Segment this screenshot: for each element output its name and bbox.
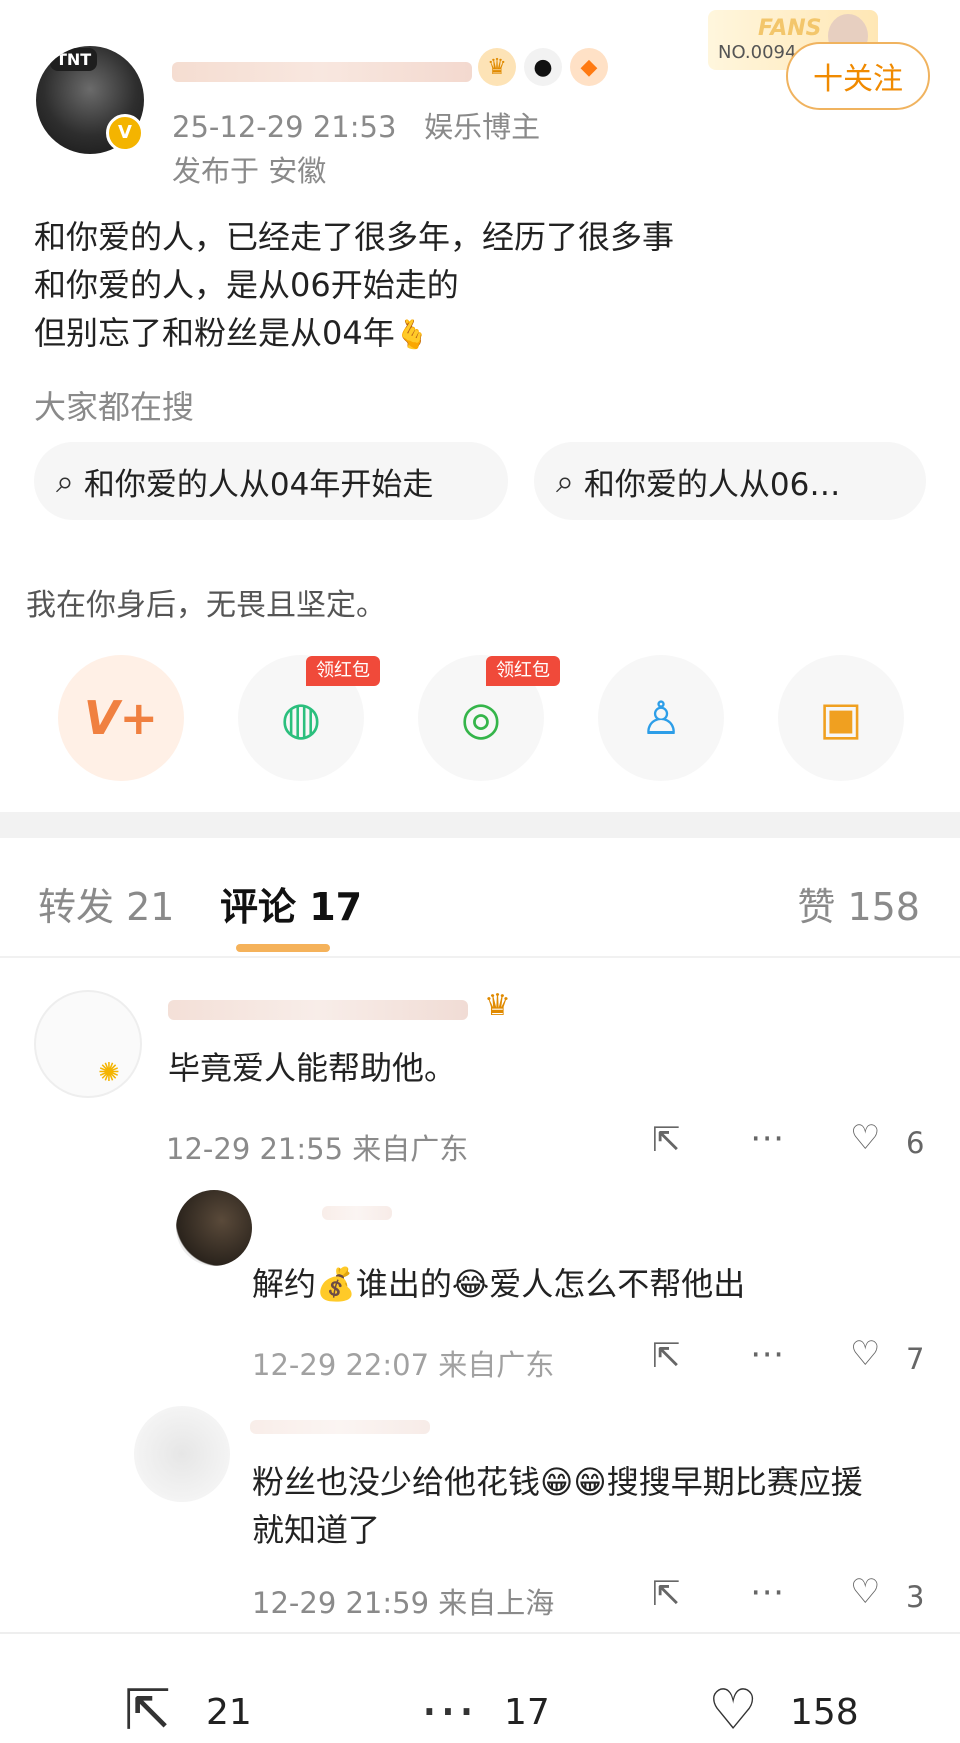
- vplus-icon[interactable]: V+: [58, 655, 184, 781]
- verified-badge-icon: V: [106, 114, 144, 152]
- comment-icon[interactable]: ⋯: [420, 1678, 476, 1743]
- post-timestamp: 25-12-29 21:53: [172, 110, 397, 144]
- comment-3-from: 来自上海: [438, 1586, 555, 1620]
- post-text-line-1: 和你爱的人，已经走了很多年，经历了很多事: [34, 218, 675, 256]
- hot-search-item-2-label: 和你爱的人从06…: [583, 466, 841, 503]
- comment-3-avatar[interactable]: [134, 1406, 230, 1502]
- comment-2-time: 12-29 22:07: [252, 1348, 430, 1382]
- reply-icon[interactable]: ⋯: [750, 1572, 784, 1612]
- post-meta: 25-12-29 21:53 娱乐博主: [172, 104, 540, 146]
- hot-search-title: 大家都在搜: [34, 388, 195, 426]
- comment-3-text-line-1: 粉丝也没少给他花钱😁😁搜搜早期比赛应援: [252, 1463, 863, 1501]
- share-icon[interactable]: ⇱: [652, 1574, 681, 1614]
- avatar-tag: TNT: [50, 48, 98, 71]
- search-icon: ⌕: [56, 461, 74, 500]
- tagline: 我在你身后，无畏且坚定。: [26, 588, 386, 623]
- comment-1-badge-icon: ✺: [98, 1058, 120, 1088]
- hot-search-item-2[interactable]: ⌕ 和你爱的人从06…: [534, 442, 926, 520]
- search-icon: ⌕: [556, 461, 574, 500]
- tab-repost[interactable]: 转发 21: [38, 876, 174, 931]
- follow-button[interactable]: 十关注: [786, 42, 930, 110]
- like-icon[interactable]: ♡: [850, 1572, 880, 1612]
- comment-1-meta: 12-29 21:55 来自广东: [166, 1126, 468, 1168]
- comment-1-text: 毕竟爱人能帮助他。: [168, 1049, 457, 1087]
- fans-badge-number: NO.0094: [718, 42, 797, 63]
- bottom-comment-count: 17: [504, 1692, 550, 1733]
- bottom-like-count: 158: [790, 1692, 859, 1733]
- post-text-line-3: 但别忘了和粉丝是从04年🫰: [34, 308, 430, 354]
- comment-1-from: 来自广东: [352, 1132, 469, 1166]
- redpack-badge-wechat: 领红包: [306, 656, 380, 686]
- post-location: 发布于 安徽: [172, 154, 327, 188]
- comment-2-meta: 12-29 22:07 来自广东: [252, 1342, 554, 1384]
- comment-3-text-line-2: 就知道了: [252, 1511, 381, 1549]
- hot-search-item-1-label: 和你爱的人从04年开始走: [83, 466, 434, 503]
- hot-search-item-1[interactable]: ⌕ 和你爱的人从04年开始走: [34, 442, 508, 520]
- fish-badge-icon: ◆: [570, 48, 608, 86]
- reply-icon[interactable]: ⋯: [750, 1334, 784, 1374]
- post-text-line-2: 和你爱的人，是从06开始走的: [34, 266, 459, 304]
- comment-2-like-count: 7: [906, 1342, 925, 1376]
- author-type: 娱乐博主: [424, 110, 541, 144]
- bottom-repost-count: 21: [206, 1692, 252, 1733]
- post-text-line-3-text: 但别忘了和粉丝是从04年: [34, 314, 395, 352]
- repost-icon[interactable]: ⇱: [124, 1678, 171, 1743]
- like-icon[interactable]: ♡: [850, 1118, 880, 1158]
- fans-badge-title: FANS: [758, 16, 822, 41]
- author-name-blurred[interactable]: [172, 62, 472, 82]
- redpack-badge-moments: 领红包: [486, 656, 560, 686]
- panda-badge-icon: ●: [524, 48, 562, 86]
- follow-label: 十关注: [813, 62, 903, 97]
- author-badges: ♛ ● ◆: [478, 48, 608, 86]
- share-icon[interactable]: ⇱: [652, 1120, 681, 1160]
- tab-separator: [0, 956, 960, 958]
- tab-comments[interactable]: 评论 17: [220, 876, 362, 931]
- comment-2-from: 来自广东: [438, 1348, 555, 1382]
- section-divider: [0, 812, 960, 838]
- comment-1-crown-icon: ♛: [484, 988, 511, 1023]
- comment-2-author-blurred[interactable]: [322, 1206, 392, 1220]
- finger-heart-icon: 🫰: [394, 318, 430, 351]
- save-image-icon[interactable]: ▣: [778, 655, 904, 781]
- like-icon[interactable]: ♡: [708, 1678, 758, 1743]
- tab-active-indicator: [236, 944, 330, 952]
- reply-icon[interactable]: ⋯: [750, 1118, 784, 1158]
- comment-2-text: 解约💰谁出的😂爱人怎么不帮他出: [252, 1265, 746, 1303]
- comment-2-avatar[interactable]: [176, 1190, 252, 1266]
- crown-badge-icon: ♛: [478, 48, 516, 86]
- comment-1-like-count: 6: [906, 1126, 925, 1160]
- qq-icon[interactable]: ♙: [598, 655, 724, 781]
- comment-1-avatar[interactable]: [34, 990, 142, 1098]
- comment-3-like-count: 3: [906, 1580, 925, 1614]
- comment-3-meta: 12-29 21:59 来自上海: [252, 1580, 554, 1622]
- comment-3-time: 12-29 21:59: [252, 1586, 430, 1620]
- comment-1-author-blurred[interactable]: [168, 1000, 468, 1020]
- comment-1-time: 12-29 21:55: [166, 1132, 344, 1166]
- tab-likes[interactable]: 赞 158: [797, 876, 920, 931]
- comment-3-author-blurred[interactable]: [250, 1420, 430, 1434]
- share-icon[interactable]: ⇱: [652, 1336, 681, 1376]
- bottom-bar-separator: [0, 1632, 960, 1634]
- like-icon[interactable]: ♡: [850, 1334, 880, 1374]
